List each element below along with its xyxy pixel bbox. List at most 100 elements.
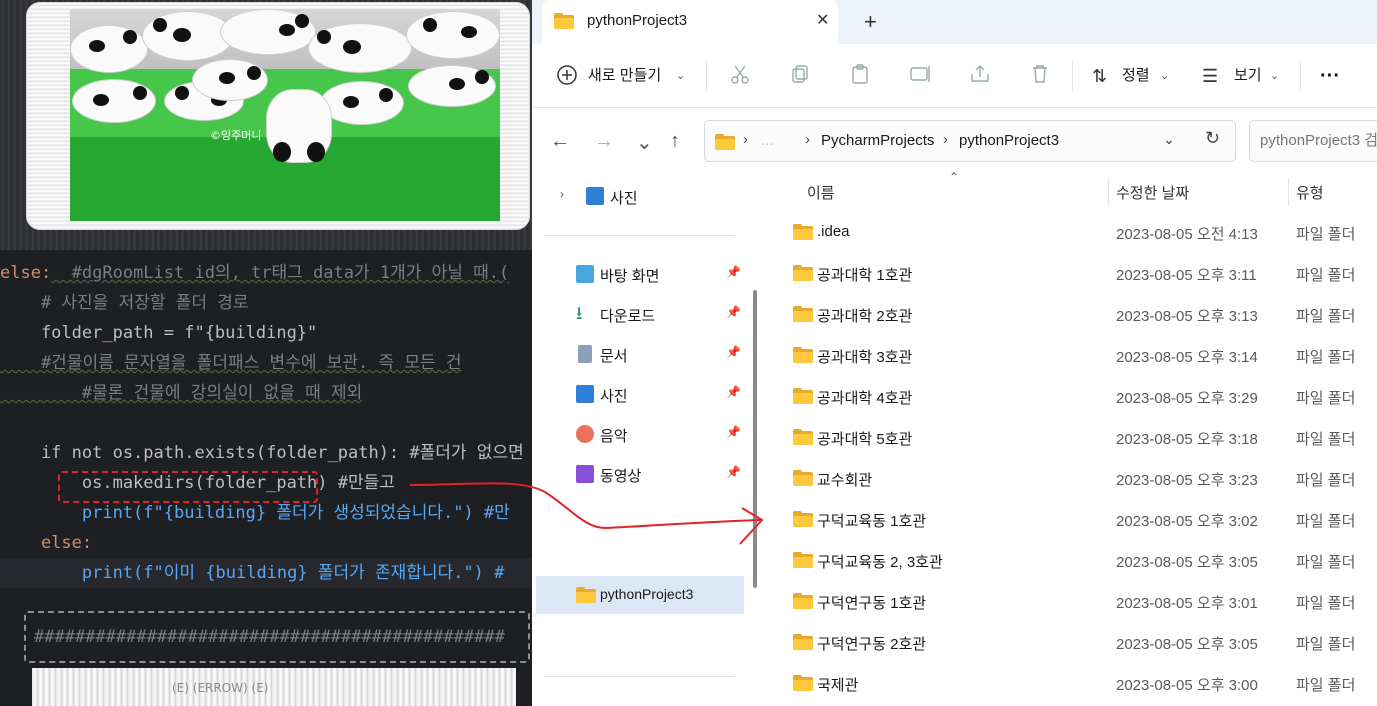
cut-icon[interactable] — [728, 62, 752, 86]
search-input[interactable]: pythonProject3 검색 — [1249, 120, 1377, 162]
file-type: 파일 폴더 — [1296, 472, 1356, 489]
pin-icon[interactable]: 📌 — [726, 305, 741, 319]
address-bar[interactable]: › ... › PycharmProjects › pythonProject3… — [704, 120, 1236, 162]
file-type: 파일 폴더 — [1296, 226, 1356, 243]
breadcrumb-pycharmprojects[interactable]: PycharmProjects — [821, 132, 934, 149]
file-date: 2023-08-05 오후 3:01 — [1116, 595, 1258, 612]
file-row[interactable]: 구덕교육동 1호관 2023-08-05 오후 3:02 파일 폴더 — [765, 499, 1377, 540]
sidebar-item-pictures-top[interactable]: › 사진 — [532, 178, 745, 214]
column-header-type[interactable]: 유형 — [1296, 182, 1324, 203]
desktop-icon — [576, 265, 594, 283]
pin-icon[interactable]: 📌 — [726, 345, 741, 359]
folder-icon — [715, 134, 735, 150]
file-date: 2023-08-05 오후 3:29 — [1116, 390, 1258, 407]
panda — [308, 23, 412, 73]
breadcrumb-hidden[interactable]: ... — [761, 132, 774, 149]
panda — [406, 11, 500, 59]
pin-icon[interactable]: 📌 — [726, 385, 741, 399]
breadcrumb-separator: › — [743, 131, 748, 148]
file-row[interactable]: 공과대학 1호관 2023-08-05 오후 3:11 파일 폴더 — [765, 253, 1377, 294]
new-tab-button[interactable]: + — [864, 9, 877, 35]
share-icon[interactable] — [968, 62, 992, 86]
column-divider[interactable] — [1288, 178, 1289, 206]
pictures-icon — [586, 187, 604, 205]
code-area: else: #dgRoomList id의, tr태그 data가 1개가 아닐… — [0, 258, 532, 608]
photo-watermark: ©잉주머니 — [210, 129, 262, 142]
sidebar-item-pictures[interactable]: 사진 📌 — [532, 376, 745, 412]
breadcrumb-pythonproject3[interactable]: pythonProject3 — [959, 132, 1059, 149]
sidebar-item-downloads[interactable]: ⭳ 다운로드 📌 — [532, 296, 745, 332]
paste-icon[interactable] — [848, 62, 872, 86]
file-date: 2023-08-05 오전 4:13 — [1116, 226, 1258, 243]
file-row[interactable]: 국제관 2023-08-05 오후 3:00 파일 폴더 — [765, 663, 1377, 704]
delete-icon[interactable] — [1028, 62, 1052, 86]
panda-photo: ©잉주머니 — [70, 9, 500, 221]
file-row[interactable]: 공과대학 2호관 2023-08-05 오후 3:13 파일 폴더 — [765, 294, 1377, 335]
back-button[interactable]: ← — [550, 130, 570, 153]
file-type: 파일 폴더 — [1296, 390, 1356, 407]
pin-icon[interactable]: 📌 — [726, 425, 741, 439]
file-row[interactable]: 구덕연구동 1호관 2023-08-05 오후 3:01 파일 폴더 — [765, 581, 1377, 622]
sidebar-item-label: 음악 — [600, 428, 628, 445]
breadcrumb-separator: › — [805, 131, 810, 148]
folder-icon — [793, 470, 813, 486]
pin-icon[interactable]: 📌 — [726, 465, 741, 479]
new-item-label: 새로 만들기 — [588, 67, 662, 84]
folder-icon — [793, 511, 813, 527]
file-date: 2023-08-05 오후 3:05 — [1116, 636, 1258, 653]
more-options-button[interactable]: ··· — [1320, 44, 1340, 108]
column-header-date[interactable]: 수정한 날짜 — [1116, 182, 1189, 203]
recent-locations-button[interactable]: ⌄ — [636, 130, 653, 155]
file-type: 파일 폴더 — [1296, 636, 1356, 653]
copy-icon[interactable] — [788, 62, 812, 86]
file-type: 파일 폴더 — [1296, 595, 1356, 612]
file-type: 파일 폴더 — [1296, 349, 1356, 366]
code-line: else: #dgRoomList id의, tr태그 data가 1개가 아닐… — [0, 258, 532, 288]
navigation-pane: › 사진 바탕 화면 📌 ⭳ 다운로드 📌 문서 📌 사진 📌 음악 📌 동영상… — [532, 174, 745, 706]
panda — [72, 79, 156, 123]
sidebar-item-pythonproject3[interactable]: pythonProject3 — [536, 576, 744, 614]
up-button[interactable]: ↑ — [670, 130, 680, 153]
file-row[interactable]: 공과대학 5호관 2023-08-05 오후 3:18 파일 폴더 — [765, 417, 1377, 458]
sidebar-item-label: 사진 — [610, 190, 638, 207]
sidebar-item-desktop[interactable]: 바탕 화면 📌 — [532, 256, 745, 292]
rename-icon[interactable] — [908, 62, 932, 86]
sidebar-scrollbar-thumb[interactable] — [753, 290, 757, 588]
code-line: #건물이름 문자열을 폴더패스 변수에 보관. 즉 모든 건 — [0, 353, 462, 373]
sidebar-item-videos[interactable]: 동영상 📌 — [532, 456, 745, 492]
file-row[interactable]: 공과대학 3호관 2023-08-05 오후 3:14 파일 폴더 — [765, 335, 1377, 376]
file-name: 구덕교육동 2, 3호관 — [817, 554, 943, 571]
folder-icon — [554, 13, 574, 29]
close-tab-icon[interactable]: ✕ — [816, 10, 829, 30]
file-row[interactable]: 공과대학 4호관 2023-08-05 오후 3:29 파일 폴더 — [765, 376, 1377, 417]
sidebar-item-label: 동영상 — [600, 468, 642, 485]
code-line: folder_path = f"{building}" — [0, 323, 318, 343]
address-history-chevron-icon[interactable]: ⌄ — [1163, 131, 1175, 148]
file-row[interactable]: 교수회관 2023-08-05 오후 3:23 파일 폴더 — [765, 458, 1377, 499]
pin-icon[interactable]: 📌 — [726, 265, 741, 279]
panda — [70, 25, 148, 73]
file-row[interactable]: .idea 2023-08-05 오전 4:13 파일 폴더 — [765, 212, 1377, 253]
column-header-name[interactable]: 이름 — [807, 182, 835, 203]
sidebar-item-music[interactable]: 음악 📌 — [532, 416, 745, 452]
panda — [408, 65, 496, 107]
file-row[interactable]: 구덕연구동 2호관 2023-08-05 오후 3:05 파일 폴더 — [765, 622, 1377, 663]
file-date: 2023-08-05 오후 3:02 — [1116, 513, 1258, 530]
file-name: .idea — [817, 223, 850, 240]
sort-icon: ⇅ — [1092, 66, 1108, 86]
refresh-icon[interactable]: ↻ — [1205, 128, 1220, 149]
expand-chevron-icon[interactable]: › — [560, 187, 564, 201]
tab-pythonproject3[interactable]: pythonProject3 ✕ — [542, 0, 838, 44]
file-name: 공과대학 1호관 — [817, 267, 913, 284]
breadcrumb-separator: › — [943, 131, 948, 148]
column-divider[interactable] — [1108, 178, 1109, 206]
file-date: 2023-08-05 오후 3:11 — [1116, 267, 1257, 284]
sidebar-item-documents[interactable]: 문서 📌 — [532, 336, 745, 372]
panda — [220, 9, 316, 55]
forward-button[interactable]: → — [594, 130, 614, 153]
panda — [192, 59, 268, 101]
file-name: 공과대학 4호관 — [817, 390, 913, 407]
file-row[interactable]: 구덕교육동 2, 3호관 2023-08-05 오후 3:05 파일 폴더 — [765, 540, 1377, 581]
file-type: 파일 폴더 — [1296, 308, 1356, 325]
